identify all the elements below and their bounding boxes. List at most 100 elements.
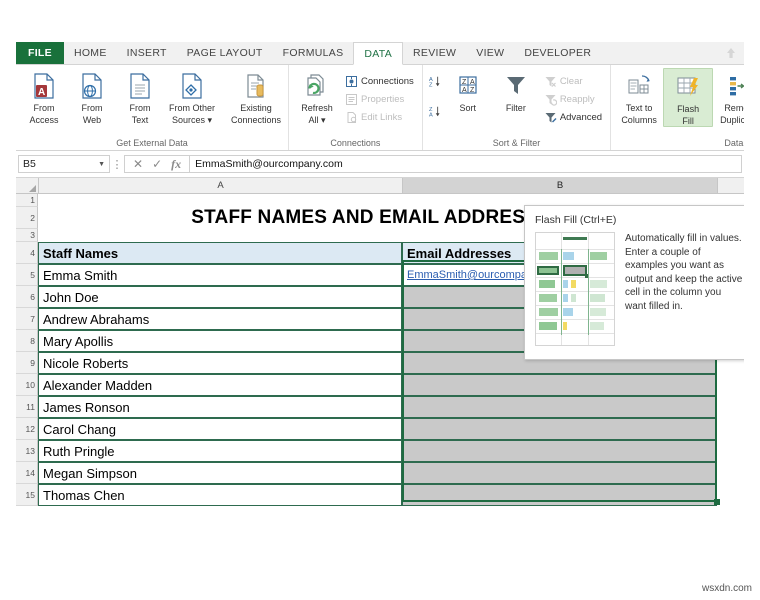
ribbon-tab-review[interactable]: REVIEW bbox=[403, 42, 466, 64]
cancel-formula-icon[interactable]: ✕ bbox=[133, 157, 143, 171]
connections-group-title: Connections bbox=[293, 138, 418, 150]
connections-button[interactable]: Connections bbox=[343, 72, 416, 90]
advanced-filter-label: Advanced bbox=[560, 112, 602, 123]
row-header-13[interactable]: 13 bbox=[16, 440, 38, 462]
column-header-b[interactable]: B bbox=[403, 178, 718, 193]
advanced-filter-icon bbox=[544, 111, 557, 124]
sort-az-za-buttons: A Z Z A bbox=[427, 68, 444, 120]
edit-links-icon bbox=[345, 111, 358, 124]
ribbon-tab-data[interactable]: DATA bbox=[353, 42, 403, 65]
existing-connections-button[interactable]: Existing Connections bbox=[228, 68, 284, 125]
row-header-6[interactable]: 6 bbox=[16, 286, 38, 308]
refresh-all-label-line1: Refresh bbox=[301, 103, 333, 113]
from-web-label-line1: From bbox=[82, 103, 103, 113]
row-header-1[interactable]: 1 bbox=[16, 194, 38, 207]
sort-button[interactable]: Z A A Z Sort bbox=[444, 68, 492, 113]
cell-b12-email[interactable] bbox=[402, 418, 717, 440]
advanced-filter-button[interactable]: Advanced bbox=[542, 108, 604, 126]
svg-text:Z: Z bbox=[470, 87, 475, 94]
row-header-3[interactable]: 3 bbox=[16, 229, 38, 242]
cell-a11-name[interactable]: James Ronson bbox=[38, 396, 402, 418]
row-header-14[interactable]: 14 bbox=[16, 462, 38, 484]
row-header-10[interactable]: 10 bbox=[16, 374, 38, 396]
row-header-15[interactable]: 15 bbox=[16, 484, 38, 506]
refresh-all-button[interactable]: Refresh All ▾ bbox=[293, 68, 341, 125]
edit-links-button[interactable]: Edit Links bbox=[343, 108, 416, 126]
sort-ascending-button[interactable]: A Z bbox=[427, 72, 444, 90]
row-header-2[interactable]: 2 bbox=[16, 207, 38, 229]
ribbon-tab-developer-label: DEVELOPER bbox=[524, 47, 591, 59]
row-header-12[interactable]: 12 bbox=[16, 418, 38, 440]
svg-text:A: A bbox=[38, 87, 45, 98]
cell-a7-name[interactable]: Andrew Abrahams bbox=[38, 308, 402, 330]
ribbon-tab-page-layout-label: PAGE LAYOUT bbox=[187, 47, 263, 59]
row-header-9[interactable]: 9 bbox=[16, 352, 38, 374]
cell-a4-staff-names-header[interactable]: Staff Names bbox=[38, 242, 402, 264]
existing-connections-label-line1: Existing bbox=[240, 103, 272, 113]
ribbon-tab-file-label: FILE bbox=[28, 47, 52, 59]
text-to-columns-button[interactable]: Text to Columns bbox=[615, 68, 663, 125]
ribbon-tab-home[interactable]: HOME bbox=[64, 42, 117, 64]
flash-fill-button[interactable]: Flash Fill bbox=[663, 68, 713, 127]
remove-duplicates-button[interactable]: Remove Duplicates bbox=[713, 68, 744, 125]
ribbon-group-connections: Refresh All ▾ Connections bbox=[289, 65, 423, 150]
row-header-4[interactable]: 4 bbox=[16, 242, 38, 264]
properties-button-label: Properties bbox=[361, 94, 404, 105]
cell-a13-name[interactable]: Ruth Pringle bbox=[38, 440, 402, 462]
table-row: 10 Alexander Madden bbox=[16, 374, 744, 396]
sort-descending-button[interactable]: Z A bbox=[427, 102, 444, 120]
ribbon-tab-developer[interactable]: DEVELOPER bbox=[514, 42, 601, 64]
svg-text:A: A bbox=[470, 79, 475, 86]
formula-input-value: EmmaSmith@ourcompany.com bbox=[195, 158, 343, 170]
cell-a10-name[interactable]: Alexander Madden bbox=[38, 374, 402, 396]
confirm-formula-icon[interactable]: ✓ bbox=[152, 157, 162, 171]
select-all-corner[interactable] bbox=[16, 178, 39, 193]
column-header-a[interactable]: A bbox=[39, 178, 403, 193]
cell-a14-name[interactable]: Megan Simpson bbox=[38, 462, 402, 484]
ribbon-tab-formulas[interactable]: FORMULAS bbox=[273, 42, 354, 64]
from-text-label-line2: Text bbox=[132, 115, 149, 125]
from-text-button[interactable]: From Text bbox=[116, 68, 164, 125]
refresh-all-label-line2: All ▾ bbox=[308, 115, 325, 125]
clear-filter-label: Clear bbox=[560, 76, 583, 87]
row-header-7[interactable]: 7 bbox=[16, 308, 38, 330]
cell-a6-name[interactable]: John Doe bbox=[38, 286, 402, 308]
cell-b14-email[interactable] bbox=[402, 462, 717, 484]
from-other-sources-label-line2: Sources ▾ bbox=[172, 115, 212, 125]
cell-a15-name[interactable]: Thomas Chen bbox=[38, 484, 402, 506]
cell-b10-email[interactable] bbox=[402, 374, 717, 396]
name-box[interactable]: B5 ▼ bbox=[18, 155, 110, 173]
from-web-button[interactable]: From Web bbox=[68, 68, 116, 125]
ribbon-tab-insert[interactable]: INSERT bbox=[117, 42, 177, 64]
from-access-button[interactable]: A From Access bbox=[20, 68, 68, 125]
column-headers: A B bbox=[16, 178, 744, 194]
tooltip-preview-icon bbox=[535, 232, 615, 346]
ribbon-tab-data-label: DATA bbox=[364, 48, 392, 60]
ribbon-collapse-icon[interactable] bbox=[718, 42, 744, 64]
name-box-chevron-down-icon[interactable]: ▼ bbox=[98, 161, 105, 168]
row-header-8[interactable]: 8 bbox=[16, 330, 38, 352]
text-to-columns-icon bbox=[624, 71, 654, 101]
ribbon-tab-file[interactable]: FILE bbox=[16, 42, 64, 64]
reapply-filter-button[interactable]: Reapply bbox=[542, 90, 604, 108]
cell-b11-email[interactable] bbox=[402, 396, 717, 418]
ribbon-tab-view[interactable]: VIEW bbox=[466, 42, 514, 64]
cell-a8-name[interactable]: Mary Apollis bbox=[38, 330, 402, 352]
cell-a5-name[interactable]: Emma Smith bbox=[38, 264, 402, 286]
cell-a9-name[interactable]: Nicole Roberts bbox=[38, 352, 402, 374]
row-header-11[interactable]: 11 bbox=[16, 396, 38, 418]
cell-a12-name[interactable]: Carol Chang bbox=[38, 418, 402, 440]
properties-button[interactable]: Properties bbox=[343, 90, 416, 108]
clear-filter-button[interactable]: Clear bbox=[542, 72, 604, 90]
from-other-sources-button[interactable]: From Other Sources ▾ bbox=[164, 68, 220, 125]
cell-b13-email[interactable] bbox=[402, 440, 717, 462]
formula-input[interactable]: EmmaSmith@ourcompany.com bbox=[189, 155, 742, 173]
text-to-columns-label-line1: Text to bbox=[626, 103, 653, 113]
insert-function-icon[interactable]: fx bbox=[171, 157, 181, 172]
table-row: 15 Thomas Chen bbox=[16, 484, 744, 506]
flash-fill-label-line1: Flash bbox=[677, 104, 699, 114]
ribbon-tab-page-layout[interactable]: PAGE LAYOUT bbox=[177, 42, 273, 64]
filter-button[interactable]: Filter bbox=[492, 68, 540, 113]
cell-b15-email[interactable] bbox=[402, 484, 717, 506]
row-header-5[interactable]: 5 bbox=[16, 264, 38, 286]
